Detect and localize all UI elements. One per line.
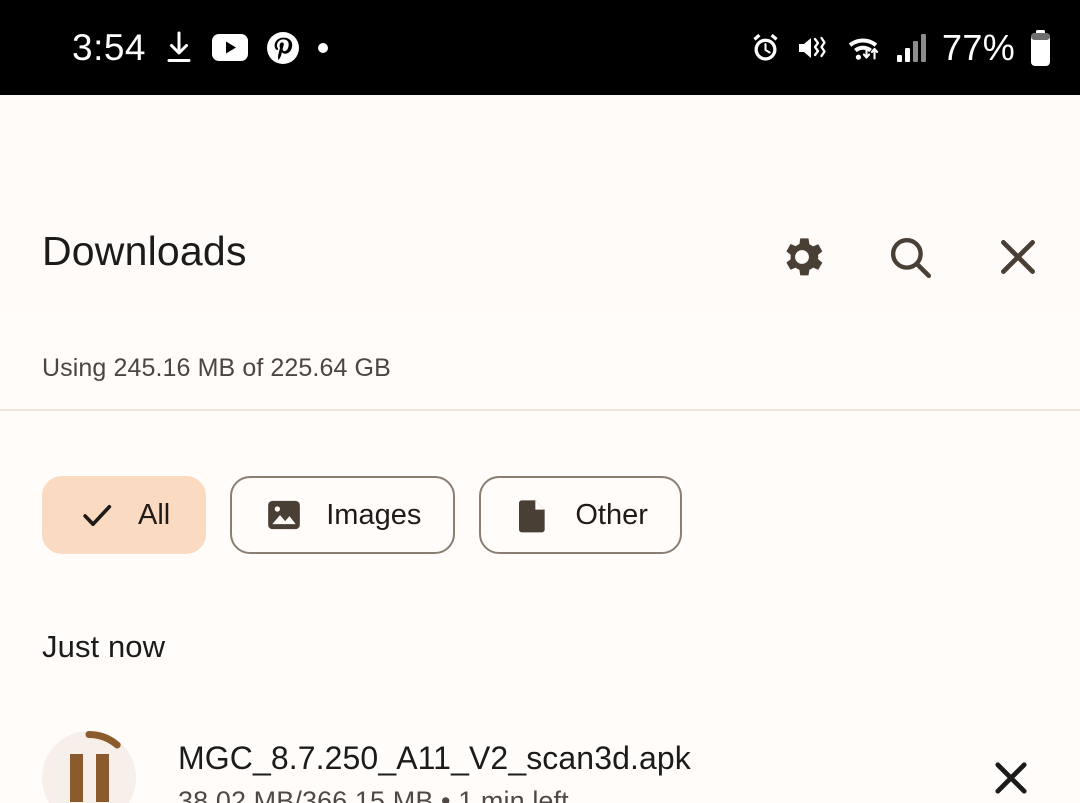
filter-chip-all[interactable]: All <box>42 476 207 554</box>
downloads-screen: Downloads Using 245.16 MB of 225.64 GB A… <box>0 95 1080 803</box>
battery-icon <box>1029 29 1052 66</box>
section-header-just-now: Just now <box>42 629 166 664</box>
search-icon[interactable] <box>880 227 940 287</box>
download-list-item[interactable]: MGC_8.7.250_A11_V2_scan3d.apk 38.02 MB/3… <box>0 715 1080 803</box>
filter-chip-other[interactable]: Other <box>479 476 682 554</box>
status-bar-left: 3:54 <box>72 26 329 69</box>
document-icon <box>513 495 553 535</box>
filter-chip-images-label: Images <box>326 498 422 531</box>
page-title: Downloads <box>42 228 247 274</box>
status-bar-right: 77% <box>749 27 1052 69</box>
cancel-download-button[interactable] <box>974 741 1048 803</box>
pinterest-icon <box>266 31 300 65</box>
pause-download-button[interactable] <box>42 731 136 803</box>
image-icon <box>264 495 304 535</box>
close-icon[interactable] <box>988 227 1048 287</box>
filter-chip-all-label: All <box>138 498 171 531</box>
battery-percent-label: 77% <box>942 26 1015 68</box>
mute-vibrate-icon <box>796 33 830 63</box>
wifi-data-transfer-icon <box>844 32 882 63</box>
download-item-text: MGC_8.7.250_A11_V2_scan3d.apk 38.02 MB/3… <box>178 740 974 803</box>
header-actions <box>772 227 1048 287</box>
filter-chip-group: All Images Other <box>42 476 682 554</box>
download-progress-label: 38.02 MB/366.15 MB • 1 min left <box>178 785 569 803</box>
filter-chip-other-label: Other <box>575 498 648 531</box>
status-clock: 3:54 <box>72 26 147 68</box>
alarm-icon <box>749 31 782 64</box>
download-icon <box>164 31 194 65</box>
check-icon <box>78 496 116 534</box>
download-filename: MGC_8.7.250_A11_V2_scan3d.apk <box>178 739 691 776</box>
filter-chip-images[interactable]: Images <box>230 476 456 554</box>
storage-usage-label: Using 245.16 MB of 225.64 GB <box>42 354 391 382</box>
cellular-signal-icon <box>896 33 928 63</box>
close-icon <box>995 762 1027 794</box>
more-notifications-dot-icon <box>318 42 329 53</box>
settings-gear-icon[interactable] <box>772 227 832 287</box>
status-bar: 3:54 77% <box>0 0 1080 95</box>
youtube-icon <box>212 34 249 61</box>
download-progress-arc <box>85 731 121 749</box>
header-divider <box>0 409 1080 411</box>
app-header: Downloads Using 245.16 MB of 225.64 GB <box>0 95 1080 411</box>
